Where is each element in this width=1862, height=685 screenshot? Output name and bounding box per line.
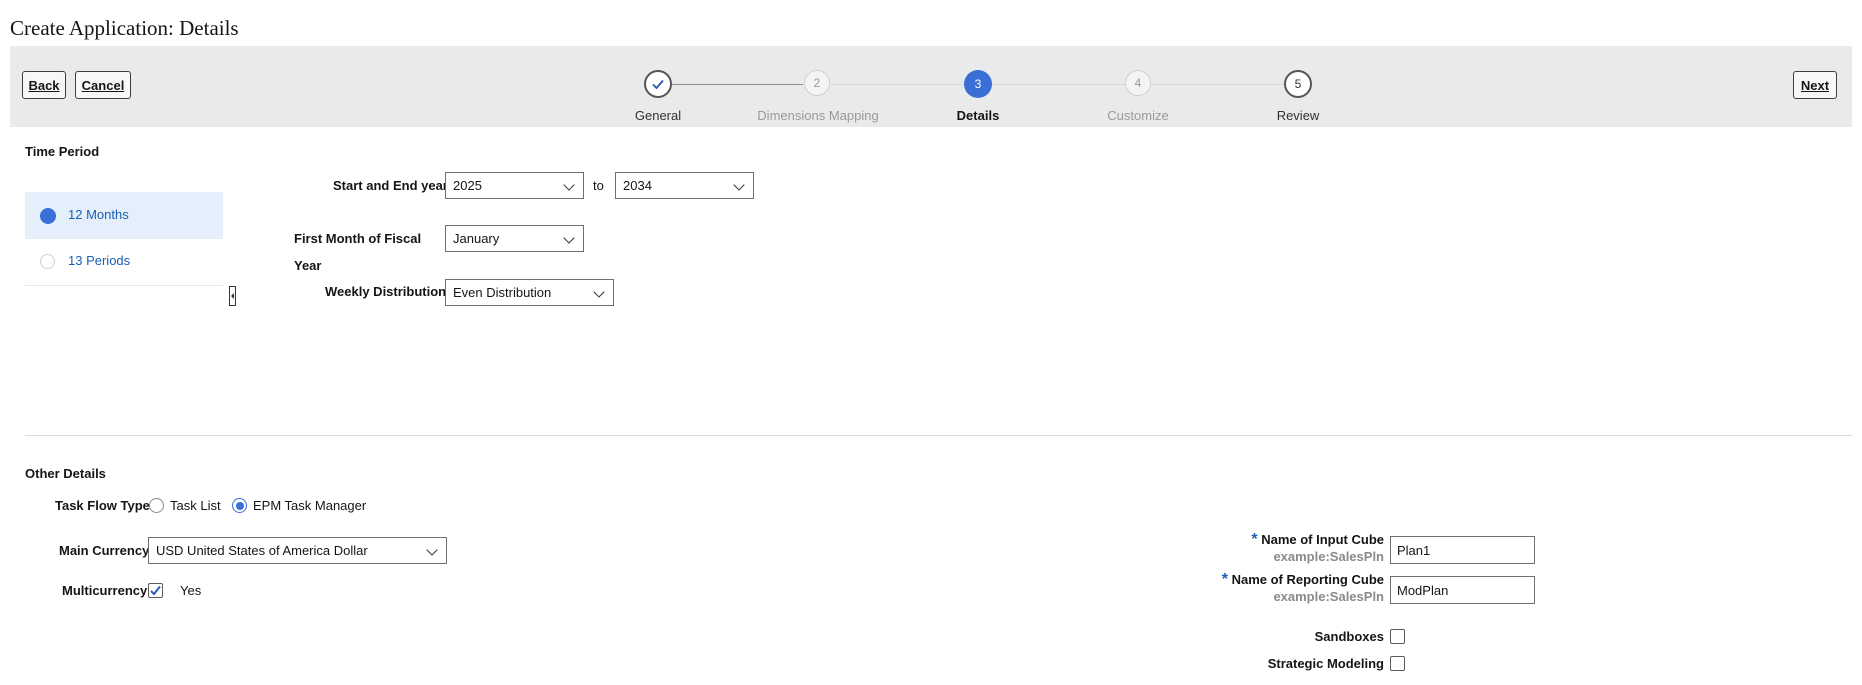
task-flow-type-label: Task Flow Type [55,498,150,513]
input-cube-name-input[interactable] [1390,536,1535,564]
multicurrency-yes-label: Yes [180,583,202,598]
period-option-label: 12 Months [68,207,129,222]
period-radio-12-months[interactable] [40,208,56,224]
train-connector [831,84,966,85]
train-step-label-general: General [634,108,682,123]
weekly-distribution-select[interactable]: Even Distribution [445,279,614,306]
back-button[interactable]: Back [22,71,66,99]
train-step-label-dimensions-mapping: Dimensions Mapping [757,108,879,123]
sandboxes-checkbox[interactable] [1390,629,1405,644]
multicurrency-checkbox[interactable] [148,583,163,598]
train-step-general[interactable] [644,70,672,98]
main-currency-label: Main Currency [59,543,150,558]
reporting-cube-hint: example:SalesPln [1273,589,1384,604]
weekly-distribution-value: Even Distribution [453,285,552,300]
start-year-select[interactable]: 2025 [445,172,584,199]
reporting-cube-label: Name of Reporting Cube [1231,572,1384,587]
end-year-select[interactable]: 2034 [615,172,754,199]
fiscal-month-label-line2: Year [294,258,322,273]
start-end-year-label: Start and End year [333,178,448,193]
task-flow-radio-task-list[interactable] [149,498,164,513]
end-year-value: 2034 [623,178,652,193]
chevron-down-icon [563,179,575,191]
strategic-modeling-label: Strategic Modeling [1267,656,1384,671]
sandboxes-label: Sandboxes [1314,629,1384,644]
other-details-title: Other Details [25,466,106,481]
train-connector [672,84,803,85]
input-cube-label: Name of Input Cube [1261,532,1384,547]
collapse-panel-handle[interactable] [229,286,236,306]
task-flow-radio-epm-task-manager[interactable] [232,498,247,513]
section-divider [25,435,1852,436]
fiscal-month-label-line1: First Month of Fiscal [294,231,422,246]
chevron-down-icon [563,232,575,244]
input-cube-hint: example:SalesPln [1273,549,1384,564]
multicurrency-label: Multicurrency [62,583,148,598]
reporting-cube-label-group: * Name of Reporting Cube example:SalesPl… [1040,571,1384,604]
input-cube-label-group: * Name of Input Cube example:SalesPln [1040,531,1384,564]
train-step-review[interactable]: 5 [1284,70,1312,98]
checkmark-icon [150,585,161,596]
chevron-down-icon [426,544,438,556]
train-step-dimensions-mapping: 2 [804,70,830,96]
train-step-label-details: Details [956,108,1000,123]
start-year-value: 2025 [453,178,482,193]
required-mark: * [1251,531,1258,548]
time-period-title: Time Period [25,144,100,159]
main-currency-select[interactable]: USD United States of America Dollar [148,537,447,564]
fiscal-month-select[interactable]: January [445,225,584,252]
main-currency-value: USD United States of America Dollar [156,543,368,558]
next-button[interactable]: Next [1793,71,1837,99]
train-connector [992,84,1125,85]
required-mark: * [1221,571,1228,588]
weekly-distribution-label: Weekly Distribution [325,284,447,299]
train-step-details: 3 [964,70,992,98]
period-radio-13-periods[interactable] [40,254,55,269]
train-step-label-customize: Customize [1107,108,1169,123]
period-option-12-months[interactable]: 12 Months [25,192,223,239]
fiscal-month-value: January [453,231,500,246]
period-option-13-periods[interactable]: 13 Periods [25,240,223,286]
strategic-modeling-checkbox[interactable] [1390,656,1405,671]
task-flow-option-label: EPM Task Manager [253,498,367,513]
checkmark-icon [652,79,664,90]
reporting-cube-name-input[interactable] [1390,576,1535,604]
page-title: Create Application: Details [10,16,239,40]
chevron-down-icon [593,286,605,298]
to-label: to [593,178,604,193]
train-step-label-review: Review [1276,108,1320,123]
task-flow-option-label: Task List [170,498,221,513]
train-step-customize: 4 [1125,70,1151,96]
cancel-button[interactable]: Cancel [75,71,131,99]
caret-left-icon [231,293,234,299]
period-option-label: 13 Periods [68,253,131,268]
chevron-down-icon [733,179,745,191]
train-connector [1151,84,1287,85]
